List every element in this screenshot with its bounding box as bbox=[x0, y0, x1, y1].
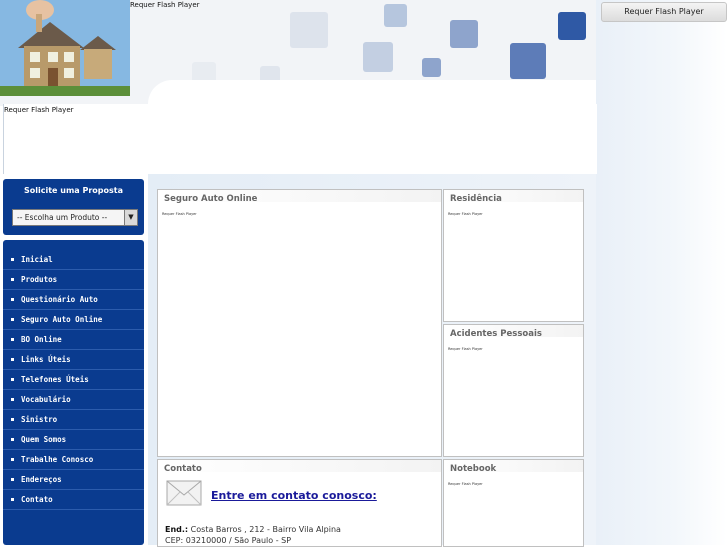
panel-notebook: Notebook Requer Flash Player bbox=[443, 459, 584, 547]
right-side-background bbox=[596, 0, 727, 545]
bullet-icon bbox=[11, 398, 14, 401]
product-select-value: -- Escolha um Produto -- bbox=[17, 213, 108, 222]
contact-link[interactable]: Entre em contato conosco: bbox=[211, 489, 377, 502]
bullet-icon bbox=[11, 458, 14, 461]
menu-item-produtos[interactable]: Produtos bbox=[3, 270, 144, 290]
menu-item-trabalhe-conosco[interactable]: Trabalhe Conosco bbox=[3, 450, 144, 470]
menu-item-label: Contato bbox=[21, 495, 53, 504]
panel-title: Seguro Auto Online bbox=[164, 194, 258, 204]
menu-item-label: Sinistro bbox=[21, 415, 58, 424]
panel-contato: Contato Entre em contato conosco: End.: … bbox=[157, 459, 442, 547]
panel-acidentes-pessoais: Acidentes Pessoais Requer Flash Player bbox=[443, 324, 584, 457]
product-select[interactable]: -- Escolha um Produto -- ▼ bbox=[12, 209, 138, 226]
cep-line: CEP: 03210000 / São Paulo - SP bbox=[165, 536, 292, 545]
decor-square bbox=[450, 20, 478, 48]
proposta-box: Solicite uma Proposta -- Escolha um Prod… bbox=[3, 179, 144, 235]
menu-item-label: Links Úteis bbox=[21, 355, 71, 364]
bullet-icon bbox=[11, 358, 14, 361]
menu-item-links-uteis[interactable]: Links Úteis bbox=[3, 350, 144, 370]
bullet-icon bbox=[11, 438, 14, 441]
menu-item-label: Trabalhe Conosco bbox=[21, 455, 94, 464]
panel-residencia: Residência Requer Flash Player bbox=[443, 189, 584, 322]
flash-player-button[interactable]: Requer Flash Player bbox=[601, 2, 727, 22]
decor-square bbox=[290, 12, 328, 48]
main-menu: Inicial Produtos Questionário Auto Segur… bbox=[3, 240, 144, 545]
flash-text: Requer Flash Player bbox=[448, 212, 483, 216]
bullet-icon bbox=[11, 418, 14, 421]
menu-item-quem-somos[interactable]: Quem Somos bbox=[3, 430, 144, 450]
proposta-title: Solicite uma Proposta bbox=[24, 186, 123, 195]
bullet-icon bbox=[11, 478, 14, 481]
menu-item-questionario-auto[interactable]: Questionário Auto bbox=[3, 290, 144, 310]
chevron-down-icon[interactable]: ▼ bbox=[124, 210, 137, 225]
menu-item-label: Quem Somos bbox=[21, 435, 67, 444]
menu-item-contato[interactable]: Contato bbox=[3, 490, 144, 510]
menu-item-seguro-auto-online[interactable]: Seguro Auto Online bbox=[3, 310, 144, 330]
decor-square bbox=[363, 42, 393, 72]
flash-text: Requer Flash Player bbox=[448, 347, 483, 351]
menu-item-label: Produtos bbox=[21, 275, 58, 284]
flash-text: Requer Flash Player bbox=[448, 482, 483, 486]
decor-square bbox=[558, 12, 586, 40]
menu-item-bo-online[interactable]: BO Online bbox=[3, 330, 144, 350]
house-image bbox=[0, 0, 130, 96]
menu-item-label: Questionário Auto bbox=[21, 295, 98, 304]
banner-flash-area: Requer Flash Player bbox=[3, 104, 597, 174]
banner-flash-text: Requer Flash Player bbox=[4, 106, 74, 114]
bullet-icon bbox=[11, 258, 14, 261]
bullet-icon bbox=[11, 298, 14, 301]
address-line: End.: Costa Barros , 212 - Bairro Vila A… bbox=[165, 525, 341, 534]
menu-item-telefones-uteis[interactable]: Telefones Úteis bbox=[3, 370, 144, 390]
bullet-icon bbox=[11, 338, 14, 341]
panel-title: Contato bbox=[164, 464, 202, 474]
menu-item-label: Inicial bbox=[21, 255, 53, 264]
panel-title: Notebook bbox=[450, 464, 497, 474]
bullet-icon bbox=[11, 498, 14, 501]
panel-title: Residência bbox=[450, 194, 502, 204]
envelope-icon bbox=[166, 480, 202, 506]
header-flash-text: Requer Flash Player bbox=[130, 1, 200, 9]
panel-title: Acidentes Pessoais bbox=[450, 329, 542, 339]
bullet-icon bbox=[11, 378, 14, 381]
flash-text: Requer Flash Player bbox=[162, 212, 197, 216]
bullet-icon bbox=[11, 278, 14, 281]
address-text: Costa Barros , 212 - Bairro Vila Alpina bbox=[190, 525, 341, 534]
menu-item-label: BO Online bbox=[21, 335, 62, 344]
header: Requer Flash Player bbox=[0, 0, 596, 110]
menu-item-sinistro[interactable]: Sinistro bbox=[3, 410, 144, 430]
menu-item-label: Vocabulário bbox=[21, 395, 71, 404]
menu-item-label: Endereços bbox=[21, 475, 62, 484]
panel-seguro-auto-online: Seguro Auto Online Requer Flash Player bbox=[157, 189, 442, 457]
menu-item-enderecos[interactable]: Endereços bbox=[3, 470, 144, 490]
decor-square bbox=[422, 58, 441, 77]
bullet-icon bbox=[11, 318, 14, 321]
menu-item-vocabulario[interactable]: Vocabulário bbox=[3, 390, 144, 410]
menu-item-inicial[interactable]: Inicial bbox=[3, 250, 144, 270]
menu-item-label: Seguro Auto Online bbox=[21, 315, 103, 324]
decor-square bbox=[384, 4, 407, 27]
decor-square bbox=[510, 43, 546, 79]
address-label: End.: bbox=[165, 525, 189, 534]
menu-item-label: Telefones Úteis bbox=[21, 375, 89, 384]
